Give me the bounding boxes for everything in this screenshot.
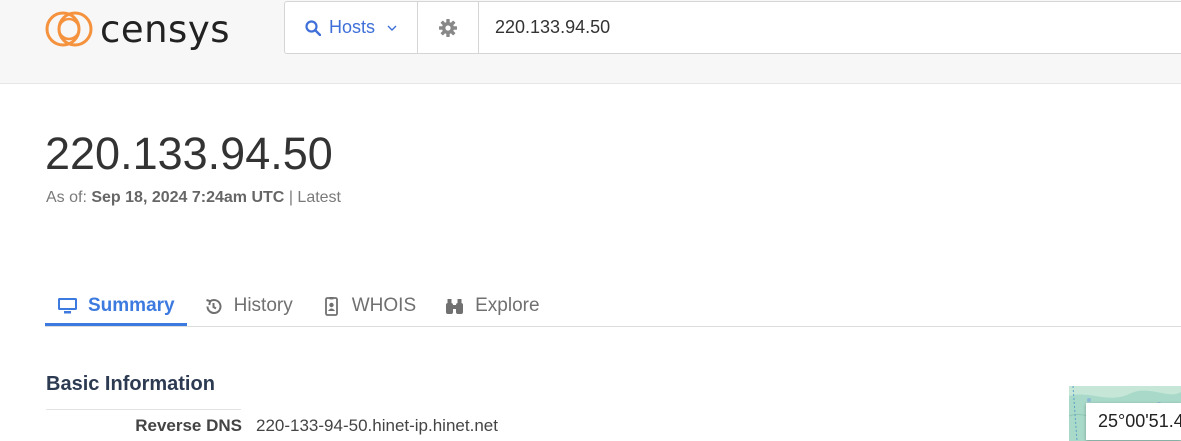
monitor-icon [58, 298, 77, 314]
tab-summary-label: Summary [88, 294, 175, 316]
top-bar: censys Hosts [0, 0, 1181, 84]
search-type-label: Hosts [328, 17, 375, 37]
tab-explore-label: Explore [475, 295, 540, 316]
tab-whois-label: WHOIS [351, 295, 417, 316]
map-coordinate-label: 25°00'51.4 [1086, 403, 1181, 440]
censys-logo[interactable]: censys [44, 6, 230, 52]
as-of-prefix: As of: [46, 189, 87, 206]
id-badge-icon [324, 296, 338, 316]
tab-history[interactable]: History [191, 288, 305, 324]
section-divider [46, 409, 241, 410]
logo-text: censys [100, 7, 231, 51]
search-icon [305, 19, 321, 36]
search-bar: Hosts [284, 1, 1181, 54]
as-of-line: As of: Sep 18, 2024 7:24am UTC | Latest [46, 189, 341, 207]
reverse-dns-value: 220-133-94-50.hinet-ip.hinet.net [256, 416, 498, 435]
settings-button[interactable] [418, 2, 479, 53]
binoculars-icon [446, 298, 464, 314]
tab-explore[interactable]: Explore [432, 288, 551, 324]
as-of-suffix: | Latest [288, 189, 341, 206]
tab-bar: Summary History WHOIS Explore [45, 288, 1181, 327]
logo-rings-icon [45, 11, 93, 47]
tab-whois[interactable]: WHOIS [309, 288, 428, 324]
history-icon [205, 298, 222, 314]
reverse-dns-label: Reverse DNS [135, 416, 242, 435]
gear-icon [439, 18, 457, 37]
chevron-down-icon [387, 25, 397, 31]
page-title: 220.133.94.50 [45, 128, 333, 179]
as-of-timestamp: Sep 18, 2024 7:24am UTC [91, 189, 285, 206]
tab-history-label: History [233, 295, 293, 316]
basic-information-heading: Basic Information [46, 373, 215, 395]
search-type-dropdown[interactable]: Hosts [285, 2, 418, 53]
search-input[interactable] [479, 2, 1181, 53]
tab-summary[interactable]: Summary [45, 288, 187, 326]
